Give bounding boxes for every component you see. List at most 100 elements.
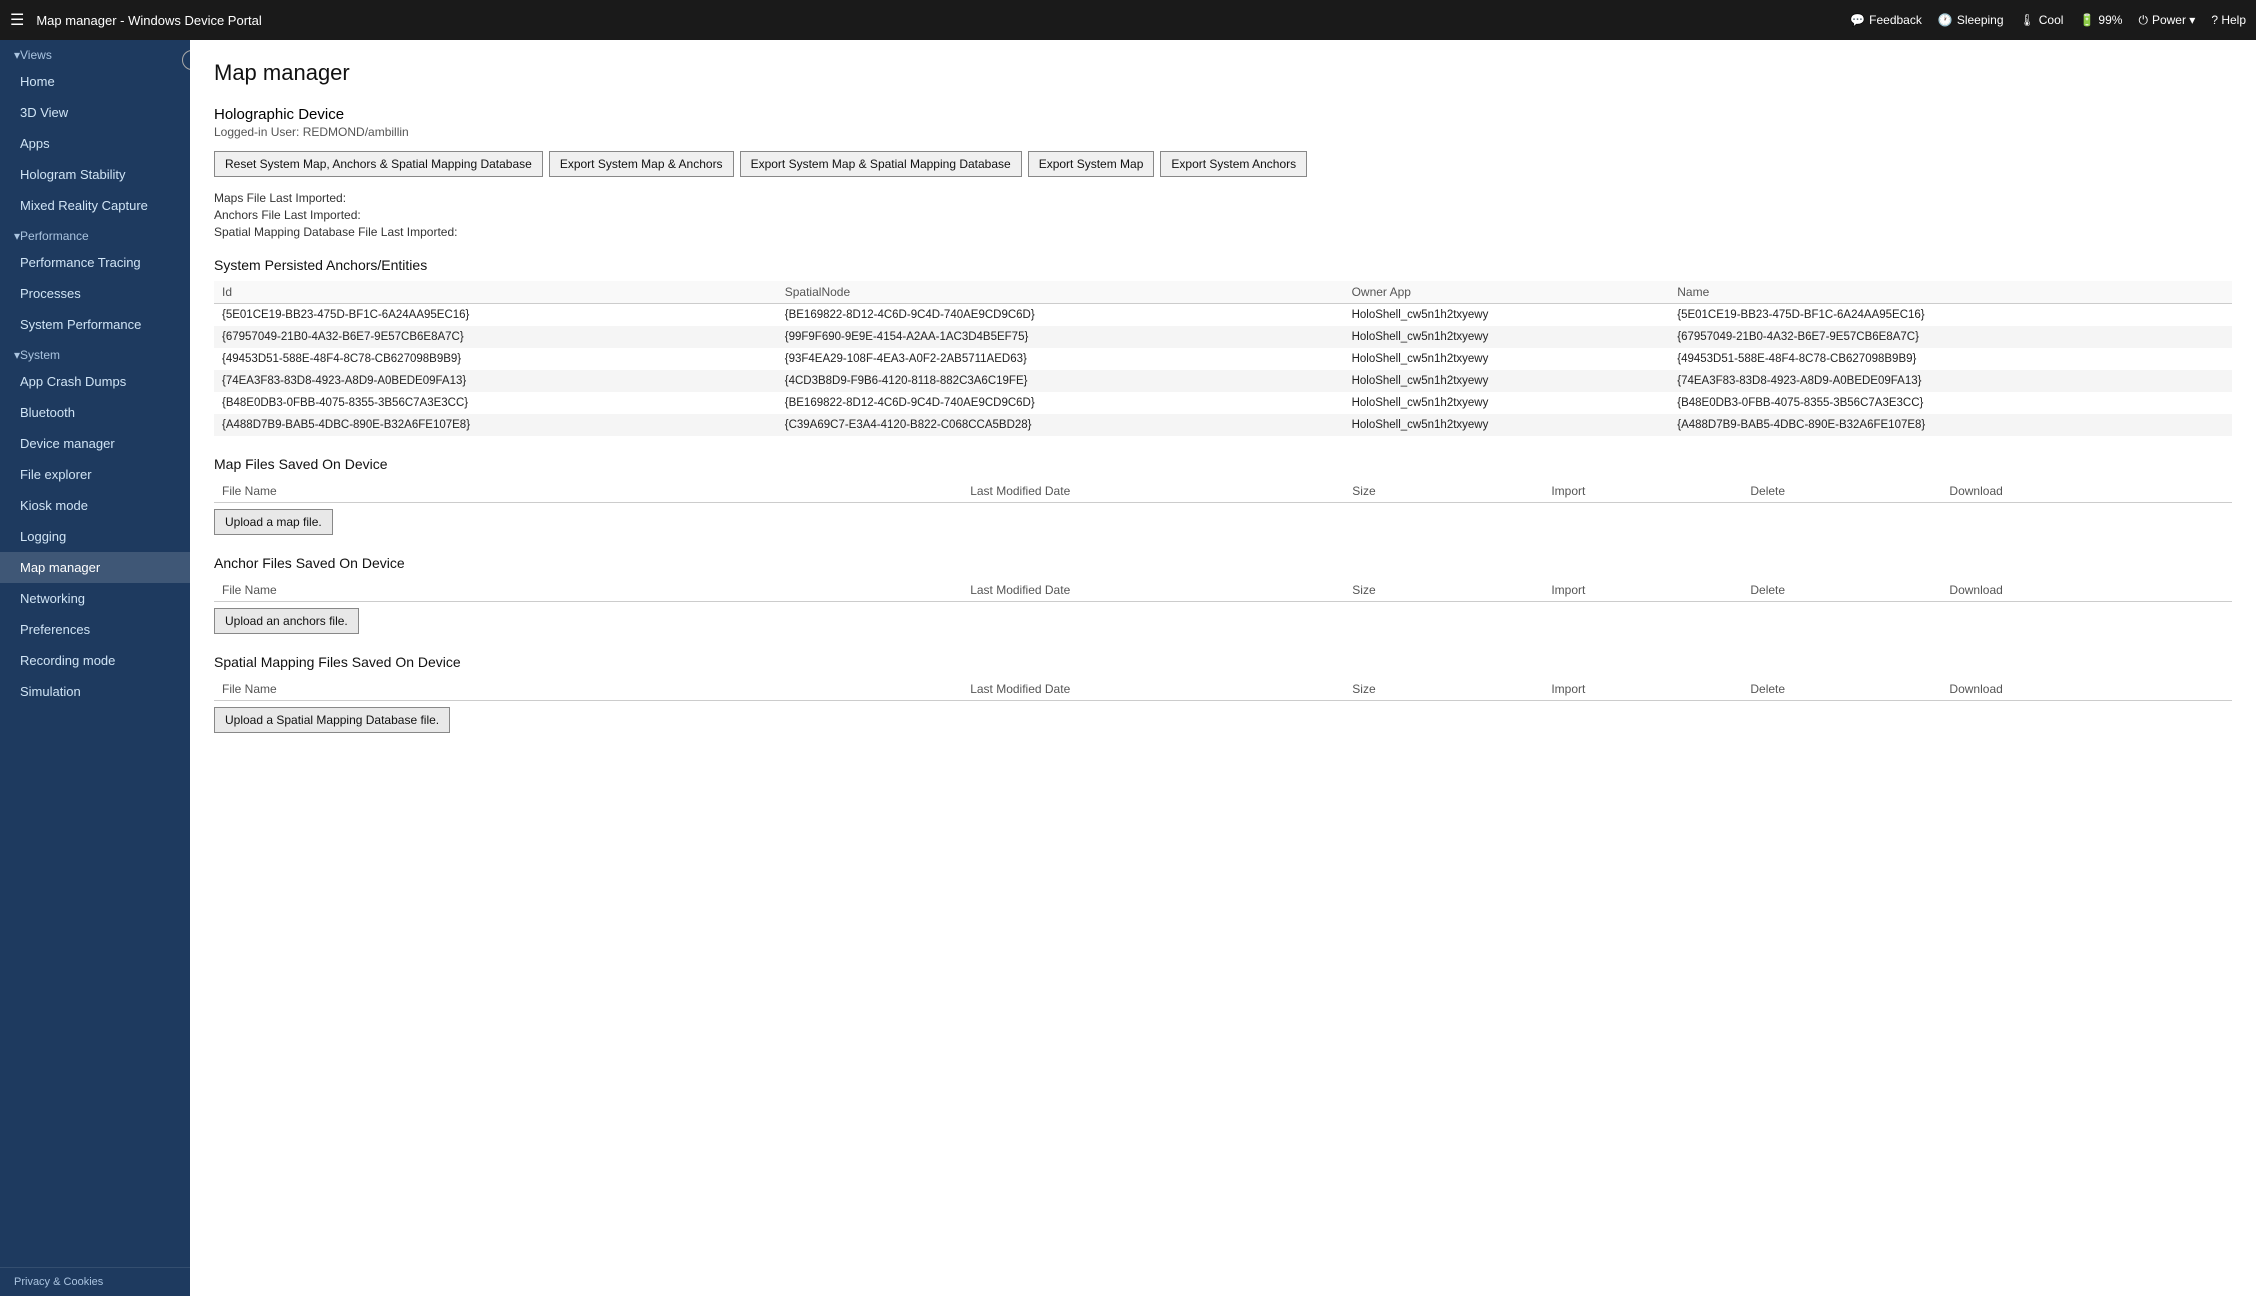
logged-in-user: Logged-in User: REDMOND/ambillin [214, 125, 2232, 139]
sidebar-item-hologram[interactable]: Hologram Stability [0, 159, 190, 190]
hamburger-menu[interactable]: ☰ [10, 10, 24, 30]
anchors-table-row: {49453D51-588E-48F4-8C78-CB627098B9B9}{9… [214, 348, 2232, 370]
anchors-table-row: {B48E0DB3-0FBB-4075-8355-3B56C7A3E3CC}{B… [214, 392, 2232, 414]
anchors-cell-id: {B48E0DB3-0FBB-4075-8355-3B56C7A3E3CC} [214, 392, 777, 414]
spatial-file-last-imported: Spatial Mapping Database File Last Impor… [214, 225, 2232, 239]
page-title: Map manager [214, 60, 2232, 86]
power-icon: ⏻ [2138, 13, 2148, 28]
feedback-btn[interactable]: 💬 Feedback [1850, 13, 1922, 27]
battery-btn[interactable]: 🔋 99% [2079, 13, 2122, 27]
map-files-section: Map Files Saved On Device File Name Last… [214, 456, 2232, 535]
sidebar-item-systperf[interactable]: System Performance [0, 309, 190, 340]
map-col-delete: Delete [1742, 484, 1941, 498]
sidebar-item-devicemgr[interactable]: Device manager [0, 428, 190, 459]
sleeping-btn[interactable]: 🕐 Sleeping [1938, 13, 2004, 27]
anchors-cell-spatial_node: {BE169822-8D12-4C6D-9C4D-740AE9CD9C6D} [777, 304, 1344, 327]
sidebar-item-apps[interactable]: Apps [0, 128, 190, 159]
spatial-col-delete: Delete [1742, 682, 1941, 696]
anchors-cell-name: {67957049-21B0-4A32-B6E7-9E57CB6E8A7C} [1669, 326, 2232, 348]
spatial-col-filename: File Name [214, 682, 962, 696]
spatial-col-size: Size [1344, 682, 1543, 696]
spatial-files-section: Spatial Mapping Files Saved On Device Fi… [214, 654, 2232, 733]
btn-export-anchors[interactable]: Export System Anchors [1160, 151, 1307, 177]
power-btn[interactable]: ⏻ Power ▾ [2138, 13, 2195, 28]
sidebar-item-preferences[interactable]: Preferences [0, 614, 190, 645]
cool-icon: 🌡 [2020, 13, 2035, 27]
map-files-title: Map Files Saved On Device [214, 456, 2232, 472]
col-spatialnode: SpatialNode [777, 281, 1344, 304]
anchor-files-header: File Name Last Modified Date Size Import… [214, 579, 2232, 602]
anchors-cell-name: {A488D7B9-BAB5-4DBC-890E-B32A6FE107E8} [1669, 414, 2232, 436]
anchors-cell-id: {49453D51-588E-48F4-8C78-CB627098B9B9} [214, 348, 777, 370]
anchor-col-import: Import [1543, 583, 1742, 597]
feedback-icon: 💬 [1850, 13, 1865, 27]
anchors-cell-owner_app: HoloShell_cw5n1h2txyewy [1344, 304, 1670, 327]
main-content: Map manager Holographic Device Logged-in… [190, 40, 2256, 1296]
sidebar-item-mrc[interactable]: Mixed Reality Capture [0, 190, 190, 221]
anchors-cell-spatial_node: {4CD3B8D9-F9B6-4120-8118-882C3A6C19FE} [777, 370, 1344, 392]
upload-anchors-btn[interactable]: Upload an anchors file. [214, 608, 359, 634]
btn-export-map[interactable]: Export System Map [1028, 151, 1155, 177]
upload-spatial-btn[interactable]: Upload a Spatial Mapping Database file. [214, 707, 450, 733]
sidebar-item-kioskmode[interactable]: Kiosk mode [0, 490, 190, 521]
sidebar-item-fileexplorer[interactable]: File explorer [0, 459, 190, 490]
map-files-header: File Name Last Modified Date Size Import… [214, 480, 2232, 503]
privacy-cookies-link[interactable]: Privacy & Cookies [0, 1267, 190, 1296]
map-col-modified: Last Modified Date [962, 484, 1344, 498]
topbar-title: Map manager - Windows Device Portal [36, 13, 1850, 28]
cool-btn[interactable]: 🌡 Cool [2020, 13, 2064, 27]
map-col-import: Import [1543, 484, 1742, 498]
anchors-cell-spatial_node: {93F4EA29-108F-4EA3-A0F2-2AB5711AED63} [777, 348, 1344, 370]
topbar: ☰ Map manager - Windows Device Portal 💬 … [0, 0, 2256, 40]
spatial-col-import: Import [1543, 682, 1742, 696]
btn-export-map-spatial[interactable]: Export System Map & Spatial Mapping Data… [740, 151, 1022, 177]
spatial-files-title: Spatial Mapping Files Saved On Device [214, 654, 2232, 670]
btn-export-map-anchors[interactable]: Export System Map & Anchors [549, 151, 734, 177]
anchors-cell-owner_app: HoloShell_cw5n1h2txyewy [1344, 370, 1670, 392]
sidebar-item-networking[interactable]: Networking [0, 583, 190, 614]
sidebar-section-views[interactable]: ▾Views [0, 40, 190, 66]
sidebar-item-3dview[interactable]: 3D View [0, 97, 190, 128]
sidebar-item-processes[interactable]: Processes [0, 278, 190, 309]
anchors-file-last-imported: Anchors File Last Imported: [214, 208, 2232, 222]
map-col-download: Download [1941, 484, 2232, 498]
map-col-size: Size [1344, 484, 1543, 498]
anchor-col-delete: Delete [1742, 583, 1941, 597]
anchors-section-title: System Persisted Anchors/Entities [214, 257, 2232, 273]
spatial-col-modified: Last Modified Date [962, 682, 1344, 696]
anchors-cell-name: {49453D51-588E-48F4-8C78-CB627098B9B9} [1669, 348, 2232, 370]
anchor-files-title: Anchor Files Saved On Device [214, 555, 2232, 571]
sidebar-item-logging[interactable]: Logging [0, 521, 190, 552]
sidebar-item-mapmanager[interactable]: Map manager [0, 552, 190, 583]
anchors-cell-name: {B48E0DB3-0FBB-4075-8355-3B56C7A3E3CC} [1669, 392, 2232, 414]
help-btn[interactable]: ? Help [2211, 13, 2246, 27]
anchors-table-row: {67957049-21B0-4A32-B6E7-9E57CB6E8A7C}{9… [214, 326, 2232, 348]
anchors-cell-name: {74EA3F83-83D8-4923-A8D9-A0BEDE09FA13} [1669, 370, 2232, 392]
col-ownerapp: Owner App [1344, 281, 1670, 304]
sidebar-item-perftracing[interactable]: Performance Tracing [0, 247, 190, 278]
col-name: Name [1669, 281, 2232, 304]
sidebar-section-performance[interactable]: ▾Performance [0, 221, 190, 247]
anchors-cell-name: {5E01CE19-BB23-475D-BF1C-6A24AA95EC16} [1669, 304, 2232, 327]
upload-map-btn[interactable]: Upload a map file. [214, 509, 333, 535]
anchors-cell-spatial_node: {BE169822-8D12-4C6D-9C4D-740AE9CD9C6D} [777, 392, 1344, 414]
anchors-cell-id: {5E01CE19-BB23-475D-BF1C-6A24AA95EC16} [214, 304, 777, 327]
anchor-files-section: Anchor Files Saved On Device File Name L… [214, 555, 2232, 634]
sidebar-item-simulation[interactable]: Simulation [0, 676, 190, 707]
btn-reset[interactable]: Reset System Map, Anchors & Spatial Mapp… [214, 151, 543, 177]
sidebar-item-appcrashdumps[interactable]: App Crash Dumps [0, 366, 190, 397]
anchors-table: Id SpatialNode Owner App Name {5E01CE19-… [214, 281, 2232, 436]
sidebar-item-home[interactable]: Home [0, 66, 190, 97]
action-buttons-row: Reset System Map, Anchors & Spatial Mapp… [214, 151, 2232, 177]
device-name: Holographic Device [214, 106, 2232, 123]
anchors-cell-id: {67957049-21B0-4A32-B6E7-9E57CB6E8A7C} [214, 326, 777, 348]
col-id: Id [214, 281, 777, 304]
anchor-col-filename: File Name [214, 583, 962, 597]
sleeping-icon: 🕐 [1938, 13, 1953, 27]
anchors-cell-owner_app: HoloShell_cw5n1h2txyewy [1344, 414, 1670, 436]
anchors-cell-owner_app: HoloShell_cw5n1h2txyewy [1344, 326, 1670, 348]
sidebar-item-bluetooth[interactable]: Bluetooth [0, 397, 190, 428]
sidebar-section-system[interactable]: ▾System [0, 340, 190, 366]
sidebar-item-recordingmode[interactable]: Recording mode [0, 645, 190, 676]
battery-icon: 🔋 [2079, 13, 2094, 27]
